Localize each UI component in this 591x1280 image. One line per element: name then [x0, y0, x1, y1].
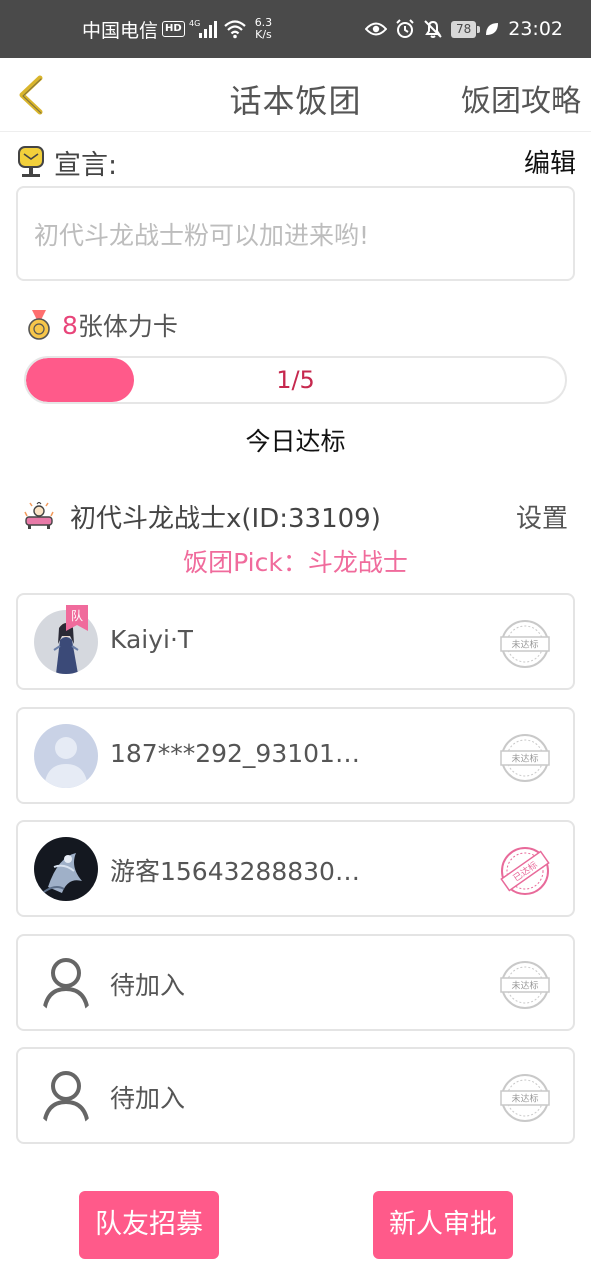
net-speed-unit: K/s: [255, 28, 272, 41]
declaration-header: 宣言: 编辑: [16, 143, 576, 181]
status-stamp-icon: 未达标: [500, 1074, 550, 1122]
member-card-3[interactable]: 游客15643288830… 已达标: [16, 820, 575, 917]
member-name: 待加入: [110, 971, 186, 1000]
member-name: Kaiyi·T: [110, 625, 194, 654]
progress-text: 1/5: [276, 366, 315, 394]
medal-icon: [28, 310, 50, 340]
clock-time: 23:02: [508, 18, 563, 40]
status-right: 78 23:02: [364, 14, 563, 44]
member-avatar: [34, 724, 98, 788]
guide-link[interactable]: 饭团攻略: [461, 76, 581, 120]
recruit-button[interactable]: 队友招募: [79, 1191, 219, 1259]
member-card-1[interactable]: 队 Kaiyi·T 未达标: [16, 593, 575, 690]
empty-slot-icon: [34, 951, 98, 1015]
mute-bell-icon: [424, 20, 442, 38]
network-label: 4G: [189, 19, 200, 28]
edit-button[interactable]: 编辑: [524, 143, 576, 180]
member-card-5[interactable]: 待加入 未达标: [16, 1047, 575, 1144]
stamina-count: 8: [62, 310, 78, 340]
carrier-label: 中国电信: [82, 19, 159, 42]
stamina-cards: 8 张体力卡: [26, 307, 178, 343]
status-stamp-icon: 未达标: [500, 961, 550, 1009]
captain-badge: 队: [66, 605, 88, 631]
member-card-4[interactable]: 待加入 未达标: [16, 934, 575, 1031]
stamp-label: 未达标: [511, 980, 538, 992]
team-header: 初代斗龙战士x(ID:33109) 设置: [24, 496, 568, 536]
status-stamp-icon: 未达标: [500, 620, 550, 668]
approve-button[interactable]: 新人审批: [373, 1191, 513, 1259]
hd-icon: HD: [162, 21, 185, 37]
member-name: 187***292_93101…: [110, 739, 360, 768]
alarm-icon: [396, 19, 414, 38]
member-name: 待加入: [110, 1084, 186, 1113]
declaration-text[interactable]: 初代斗龙战士粉可以加进来哟!: [16, 186, 575, 281]
member-name: 游客15643288830…: [110, 857, 360, 886]
today-label: 今日达标: [245, 427, 346, 456]
stamp-label: 未达标: [511, 639, 538, 651]
status-left: 中国电信 HD 4G 6.3 K/s: [82, 14, 272, 44]
nav-bar: 话本饭团 饭团攻略: [0, 58, 591, 132]
net-speed: 6.3 K/s: [255, 17, 273, 41]
settings-button[interactable]: 设置: [516, 498, 568, 535]
member-card-2[interactable]: 187***292_93101… 未达标: [16, 707, 575, 804]
stamina-label: 张体力卡: [77, 312, 178, 341]
stamp-label: 未达标: [511, 1093, 538, 1105]
battery-icon: 78: [450, 20, 481, 38]
team-name: 初代斗龙战士x(ID:33109): [70, 504, 381, 534]
declaration-label: 宣言:: [54, 150, 118, 181]
empty-slot-icon: [34, 1064, 98, 1128]
achieved-stamp-icon: 已达标: [500, 847, 550, 895]
signal-icon: 4G: [189, 19, 217, 38]
leaf-icon: [486, 23, 499, 35]
status-bar: 中国电信 HD 4G 6.3 K/s 78 23:02: [0, 0, 591, 58]
daily-progress-bar: 1/5: [24, 356, 567, 404]
status-stamp-icon: 未达标: [500, 734, 550, 782]
captain-badge-label: 队: [70, 609, 83, 623]
member-avatar: [34, 837, 98, 901]
wifi-icon: [223, 20, 246, 39]
eye-icon: [364, 22, 387, 36]
team-pick: 饭团Pick：斗龙战士: [183, 548, 408, 577]
mailbox-icon: [18, 146, 44, 177]
team-sofa-icon: [24, 502, 54, 529]
stamp-label: 未达标: [511, 753, 538, 765]
